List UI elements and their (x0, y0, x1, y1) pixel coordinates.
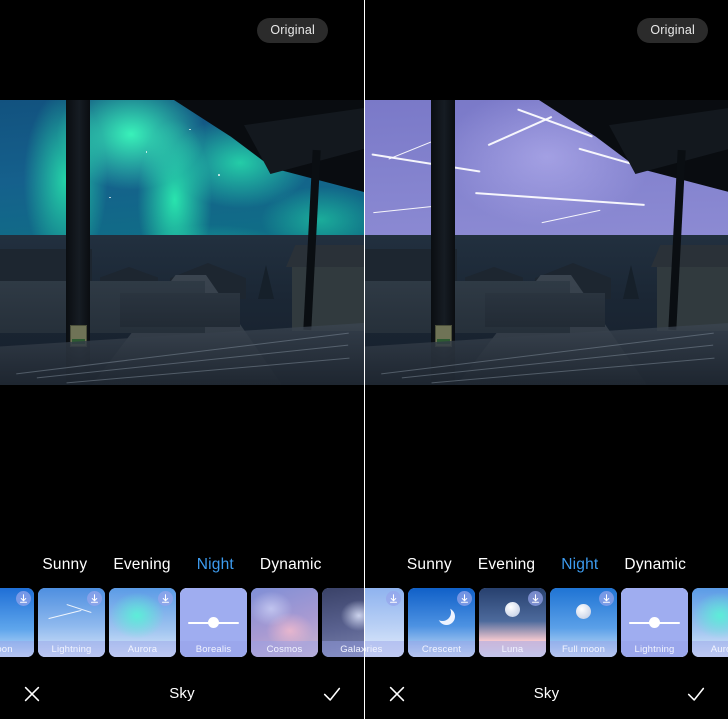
check-icon (687, 687, 705, 701)
download-icon[interactable] (599, 591, 614, 606)
sky-editor-comparison: Original Sunny Evening Night Dynamic on … (0, 0, 728, 719)
editor-panel-left: Original Sunny Evening Night Dynamic on … (0, 0, 364, 719)
tab-sunny[interactable]: Sunny (407, 556, 452, 574)
download-icon[interactable] (16, 591, 31, 606)
tab-dynamic[interactable]: Dynamic (624, 556, 686, 574)
tab-night[interactable]: Night (561, 556, 598, 574)
right-house-roof (651, 245, 728, 267)
preset-label: Galaxy (322, 641, 364, 657)
brick-wall (485, 293, 605, 327)
photo-preview-lightning[interactable] (365, 100, 728, 385)
right-house-roof (286, 245, 364, 267)
preset-label: Lightning (621, 641, 688, 657)
download-icon[interactable] (87, 591, 102, 606)
preset-label: Lightning (38, 641, 105, 657)
preset-label: Borealis (180, 641, 247, 657)
tool-title: Sky (533, 685, 560, 702)
preset-thumbnail-cosmos[interactable]: Cosmos (251, 588, 318, 657)
confirm-button[interactable] (300, 683, 364, 705)
close-icon (24, 686, 40, 701)
editor-bottom-bar: Sky (365, 668, 728, 719)
preset-label: Aurora (692, 641, 728, 657)
download-icon[interactable] (386, 591, 401, 606)
slider-knob[interactable] (208, 616, 219, 628)
preset-thumbnail-lightning-selected[interactable]: Lightning (621, 588, 688, 657)
tool-title: Sky (169, 685, 195, 702)
cancel-button[interactable] (365, 683, 429, 705)
cancel-button[interactable] (0, 683, 64, 705)
download-icon[interactable] (158, 591, 173, 606)
photo-preview-aurora[interactable] (0, 100, 364, 385)
download-icon[interactable] (528, 591, 543, 606)
preset-thumbnail-luna[interactable]: Luna (479, 588, 546, 657)
sky-preset-strip[interactable]: moon Lightning Aurora (0, 588, 364, 660)
tab-sunny[interactable]: Sunny (42, 556, 87, 574)
preset-label: moon (0, 641, 34, 657)
slider-knob[interactable] (649, 616, 660, 628)
check-icon (323, 687, 341, 701)
preset-thumbnail-borealis-selected[interactable]: Borealis (180, 588, 247, 657)
preset-thumbnail-stories[interactable]: tories (365, 588, 404, 657)
intensity-slider[interactable] (629, 616, 680, 629)
right-house (657, 261, 728, 331)
editor-bottom-bar: Sky (0, 668, 364, 719)
editor-panel-right: Original Sunny Evening Night Dynamic rie… (364, 0, 728, 719)
preset-thumbnail-galaxy[interactable]: Galaxy (322, 588, 364, 657)
sky-category-tabs[interactable]: Sunny Evening Night Dynamic (365, 549, 728, 581)
sky-category-tabs[interactable]: Sunny Evening Night Dynamic (0, 549, 364, 581)
tab-evening[interactable]: Evening (113, 556, 170, 574)
preset-thumbnail-aurora[interactable]: Aurora (692, 588, 728, 657)
preset-label: Aurora (109, 641, 176, 657)
original-badge[interactable]: Original (257, 18, 328, 43)
close-icon (389, 686, 405, 701)
preset-thumbnail-lightning[interactable]: Lightning (38, 588, 105, 657)
preset-label: tories (365, 641, 404, 657)
preset-thumbnail-aurora[interactable]: Aurora (109, 588, 176, 657)
preset-label: Cosmos (251, 641, 318, 657)
confirm-button[interactable] (664, 683, 728, 705)
brick-wall (120, 293, 240, 327)
tab-evening[interactable]: Evening (478, 556, 535, 574)
tab-dynamic[interactable]: Dynamic (260, 556, 322, 574)
preset-thumbnail-full-moon[interactable]: Full moon (550, 588, 617, 657)
preset-thumbnail-crescent[interactable]: Crescent (408, 588, 475, 657)
preset-thumbnail-moon[interactable]: moon (0, 588, 34, 657)
intensity-slider[interactable] (188, 616, 239, 629)
preset-label: Crescent (408, 641, 475, 657)
tab-night[interactable]: Night (197, 556, 234, 574)
original-badge[interactable]: Original (637, 18, 708, 43)
download-icon[interactable] (457, 591, 472, 606)
preset-label: Luna (479, 641, 546, 657)
sky-preset-strip[interactable]: tories Crescent Luna (365, 588, 728, 660)
preset-label: Full moon (550, 641, 617, 657)
